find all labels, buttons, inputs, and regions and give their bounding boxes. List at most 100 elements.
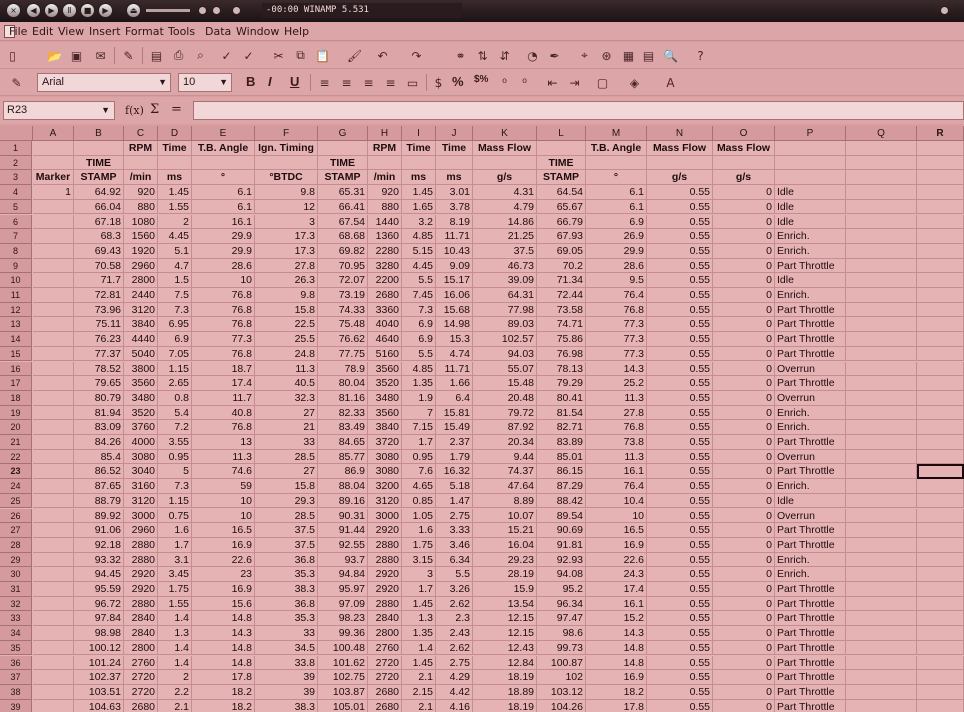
cell-o36[interactable]: 0 [713, 655, 775, 671]
cell-k3[interactable]: g/s [473, 170, 537, 186]
cell-e4[interactable]: 6.1 [192, 185, 255, 200]
cell-r7[interactable] [917, 229, 964, 244]
cell-f22[interactable]: 28.5 [255, 449, 318, 465]
cell-d9[interactable]: 4.7 [158, 258, 192, 274]
cell-a34[interactable] [33, 626, 74, 641]
cell-f16[interactable]: 11.3 [255, 361, 318, 377]
menu-file[interactable]: File [9, 25, 27, 38]
cell-c7[interactable]: 1560 [124, 229, 158, 244]
find-replace-icon[interactable]: ⌖ [576, 47, 593, 64]
cell-i8[interactable]: 5.15 [402, 243, 436, 259]
currency-format-icon[interactable]: $ [430, 74, 447, 91]
cell-j30[interactable]: 5.5 [436, 567, 473, 582]
cell-j26[interactable]: 2.75 [436, 508, 473, 524]
cell-r20[interactable] [917, 420, 964, 435]
cell-r31[interactable] [917, 582, 964, 597]
cell-c36[interactable]: 2760 [124, 655, 158, 671]
column-header-c[interactable]: C [124, 126, 158, 141]
open-icon[interactable]: 📂 [46, 47, 63, 64]
cell-c2[interactable] [124, 155, 158, 171]
cell-g25[interactable]: 89.16 [318, 493, 368, 509]
cell-h19[interactable]: 3560 [368, 405, 402, 421]
cell-o23[interactable]: 0 [713, 464, 775, 480]
cell-l23[interactable]: 86.15 [537, 464, 586, 480]
cell-o10[interactable]: 0 [713, 273, 775, 288]
cell-h7[interactable]: 1360 [368, 229, 402, 244]
cell-d34[interactable]: 1.3 [158, 626, 192, 641]
cell-p9[interactable]: Part Throttle [775, 258, 846, 274]
cell-p26[interactable]: Overrun [775, 508, 846, 524]
row-header[interactable]: 24 [0, 479, 32, 494]
cell-f6[interactable]: 3 [255, 214, 318, 230]
cell-r28[interactable] [917, 537, 964, 553]
cell-o2[interactable] [713, 155, 775, 171]
cell-o35[interactable]: 0 [713, 640, 775, 656]
cell-n5[interactable]: 0.55 [647, 199, 713, 215]
cell-b17[interactable]: 79.65 [74, 376, 124, 391]
cell-c39[interactable]: 2680 [124, 699, 158, 712]
cell-p31[interactable]: Part Throttle [775, 582, 846, 597]
cell-q34[interactable] [846, 626, 917, 641]
cell-i31[interactable]: 1.7 [402, 582, 436, 597]
cell-i14[interactable]: 6.9 [402, 332, 436, 347]
cell-c11[interactable]: 2440 [124, 288, 158, 303]
cell-d30[interactable]: 3.45 [158, 567, 192, 582]
cell-k22[interactable]: 9.44 [473, 449, 537, 465]
cell-q28[interactable] [846, 537, 917, 553]
cell-g32[interactable]: 97.09 [318, 596, 368, 612]
cell-h16[interactable]: 3560 [368, 361, 402, 377]
row-header[interactable]: 7 [0, 229, 32, 244]
cell-o37[interactable]: 0 [713, 670, 775, 685]
cell-f5[interactable]: 12 [255, 199, 318, 215]
cell-k4[interactable]: 4.31 [473, 185, 537, 200]
cell-n18[interactable]: 0.55 [647, 390, 713, 406]
next-icon[interactable]: ▶ [98, 3, 113, 18]
cell-j23[interactable]: 16.32 [436, 464, 473, 480]
cell-q22[interactable] [846, 449, 917, 465]
cell-o26[interactable]: 0 [713, 508, 775, 524]
cell-f24[interactable]: 15.8 [255, 479, 318, 494]
cell-g35[interactable]: 100.48 [318, 640, 368, 656]
cell-l14[interactable]: 75.86 [537, 332, 586, 347]
formula-input[interactable] [193, 101, 964, 120]
function-icon[interactable]: = [171, 102, 182, 117]
cell-n38[interactable]: 0.55 [647, 684, 713, 700]
cell-f34[interactable]: 33 [255, 626, 318, 641]
cell-a22[interactable] [33, 449, 74, 465]
cell-f37[interactable]: 39 [255, 670, 318, 685]
cell-h9[interactable]: 3280 [368, 258, 402, 274]
cell-j12[interactable]: 15.68 [436, 302, 473, 318]
cell-l32[interactable]: 96.34 [537, 596, 586, 612]
cell-q11[interactable] [846, 288, 917, 303]
column-header-b[interactable]: B [74, 126, 124, 141]
cell-i39[interactable]: 2.1 [402, 699, 436, 712]
cell-a26[interactable] [33, 508, 74, 524]
cell-i35[interactable]: 1.4 [402, 640, 436, 656]
cell-p15[interactable]: Part Throttle [775, 346, 846, 362]
cell-i26[interactable]: 1.05 [402, 508, 436, 524]
cell-d1[interactable]: Time [158, 141, 192, 156]
cell-m24[interactable]: 76.4 [586, 479, 647, 494]
cell-n2[interactable] [647, 155, 713, 171]
cell-l3[interactable]: STAMP [537, 170, 586, 186]
shuffle-icon[interactable] [198, 6, 207, 15]
page-preview-icon[interactable]: ⌕ [192, 47, 209, 64]
cell-e33[interactable]: 14.8 [192, 611, 255, 627]
cell-d32[interactable]: 1.55 [158, 596, 192, 612]
cell-a9[interactable] [33, 258, 74, 274]
cell-f21[interactable]: 33 [255, 435, 318, 450]
increase-indent-icon[interactable]: ⇥ [566, 74, 583, 91]
cell-o39[interactable]: 0 [713, 699, 775, 712]
row-header[interactable]: 29 [0, 552, 32, 568]
cell-p5[interactable]: Idle [775, 199, 846, 215]
cell-p8[interactable]: Enrich. [775, 243, 846, 259]
cell-h39[interactable]: 2680 [368, 699, 402, 712]
cell-g38[interactable]: 103.87 [318, 684, 368, 700]
cell-f38[interactable]: 39 [255, 684, 318, 700]
cell-e30[interactable]: 23 [192, 567, 255, 582]
row-header[interactable]: 28 [0, 537, 32, 553]
cell-k33[interactable]: 12.15 [473, 611, 537, 627]
chart-icon[interactable]: ◔ [524, 47, 541, 64]
cell-f4[interactable]: 9.8 [255, 185, 318, 200]
cell-j4[interactable]: 3.01 [436, 185, 473, 200]
